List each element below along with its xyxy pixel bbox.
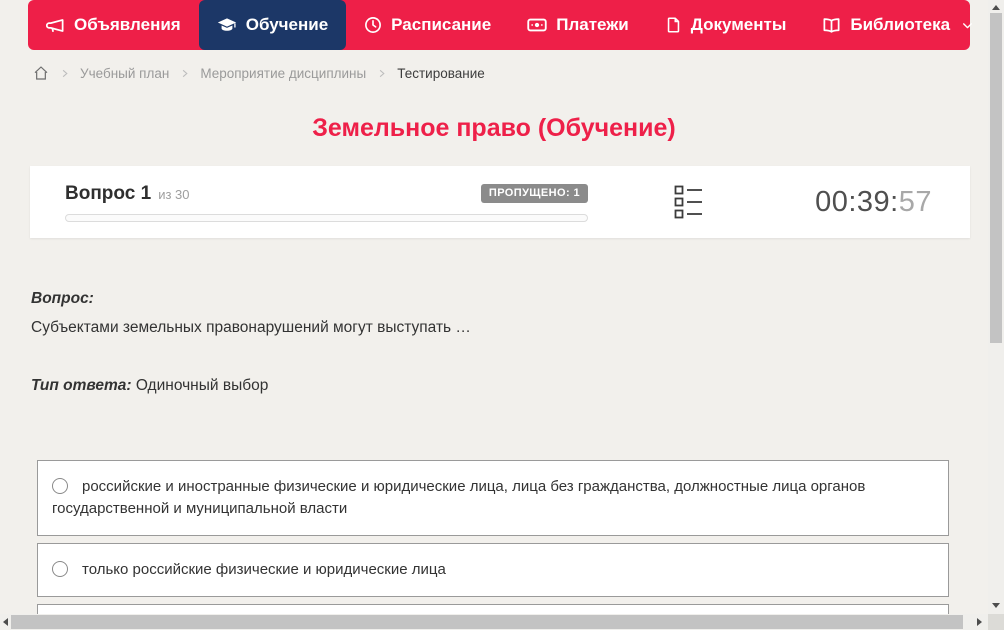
- chevron-right-icon: [376, 68, 387, 79]
- breadcrumb-testing: Тестирование: [397, 65, 485, 81]
- nav-item-library[interactable]: Библиотека: [804, 0, 988, 50]
- nav-item-label: Документы: [690, 15, 787, 34]
- question-number: Вопрос 1 из 30: [65, 183, 189, 205]
- question-body: Вопрос: Субъектами земельных правонаруше…: [31, 290, 988, 395]
- megaphone-icon: [46, 16, 65, 35]
- question-progress-block: Вопрос 1 из 30 ПРОПУЩЕНО: 1: [65, 183, 588, 222]
- clock-icon: [364, 16, 382, 34]
- chevron-down-icon: [961, 19, 974, 32]
- nav-item-label: Платежи: [556, 15, 629, 34]
- answer-option-text: только российские физические и юридическ…: [82, 561, 446, 578]
- nav-item-label: Объявления: [74, 15, 181, 34]
- radio-icon[interactable]: [52, 561, 68, 577]
- scroll-left-arrow-icon[interactable]: [3, 618, 8, 626]
- breadcrumb: Учебный план Мероприятие дисциплины Тест…: [33, 64, 988, 82]
- answer-option-3[interactable]: [37, 604, 949, 614]
- answer-option-2[interactable]: только российские физические и юридическ…: [37, 543, 949, 597]
- timer-seconds: 57: [898, 185, 932, 218]
- radio-icon[interactable]: [52, 478, 68, 494]
- main-nav: Объявления Обучение Расписание Платежи Д…: [28, 0, 973, 50]
- page-title: Земельное право (Обучение): [312, 114, 676, 142]
- vertical-scrollbar[interactable]: [988, 0, 1004, 614]
- skipped-badge: ПРОПУЩЕНО: 1: [480, 184, 588, 203]
- horizontal-scrollbar-thumb[interactable]: [11, 615, 963, 629]
- banknote-icon: [527, 15, 547, 35]
- nav-item-announcements[interactable]: Объявления: [28, 0, 199, 50]
- breadcrumb-discipline-event[interactable]: Мероприятие дисциплины: [200, 66, 366, 81]
- nav-item-payments[interactable]: Платежи: [509, 0, 647, 50]
- vertical-scrollbar-thumb[interactable]: [990, 13, 1002, 343]
- question-number-label: Вопрос 1: [65, 182, 152, 204]
- scroll-down-arrow-icon[interactable]: [992, 603, 1000, 608]
- nav-item-documents[interactable]: Документы: [647, 0, 805, 50]
- nav-item-label: Расписание: [391, 15, 492, 34]
- breadcrumb-study-plan[interactable]: Учебный план: [80, 66, 169, 81]
- graduation-cap-icon: [217, 15, 237, 35]
- scroll-up-arrow-icon[interactable]: [992, 5, 1000, 10]
- chevron-right-icon: [59, 68, 70, 79]
- nav-item-label: Библиотека: [850, 15, 951, 34]
- answer-type-value: Одиночный выбор: [135, 377, 269, 394]
- home-icon[interactable]: [33, 65, 49, 81]
- question-heading: Вопрос:: [31, 290, 94, 307]
- question-list-icon[interactable]: [674, 185, 703, 219]
- answer-type-label: Тип ответа:: [31, 377, 132, 394]
- answer-options: российские и иностранные физические и юр…: [37, 460, 949, 614]
- chevron-right-icon: [179, 68, 190, 79]
- book-icon: [822, 16, 841, 35]
- question-text: Субъектами земельных правонарушений могу…: [31, 319, 471, 336]
- timer-hours-minutes: 00:39:: [815, 185, 899, 218]
- countdown-timer: 00:39:57: [815, 186, 950, 219]
- answer-option-1[interactable]: российские и иностранные физические и юр…: [37, 460, 949, 536]
- horizontal-scrollbar[interactable]: [0, 614, 988, 630]
- question-total-label: из 30: [158, 186, 190, 202]
- nav-item-schedule[interactable]: Расписание: [346, 0, 509, 50]
- main-content: Объявления Обучение Расписание Платежи Д…: [0, 0, 988, 614]
- document-icon: [665, 16, 682, 34]
- answer-option-text: российские и иностранные физические и юр…: [52, 478, 866, 517]
- nav-item-label: Обучение: [245, 15, 329, 34]
- scrollbar-corner: [988, 614, 1004, 630]
- scroll-right-arrow-icon[interactable]: [977, 618, 982, 626]
- nav-item-learning[interactable]: Обучение: [198, 0, 347, 50]
- progress-bar: [65, 213, 588, 222]
- question-panel: Вопрос 1 из 30 ПРОПУЩЕНО: 1 00:39:57: [30, 166, 970, 238]
- answer-type: Тип ответа: Одиночный выбор: [31, 377, 988, 395]
